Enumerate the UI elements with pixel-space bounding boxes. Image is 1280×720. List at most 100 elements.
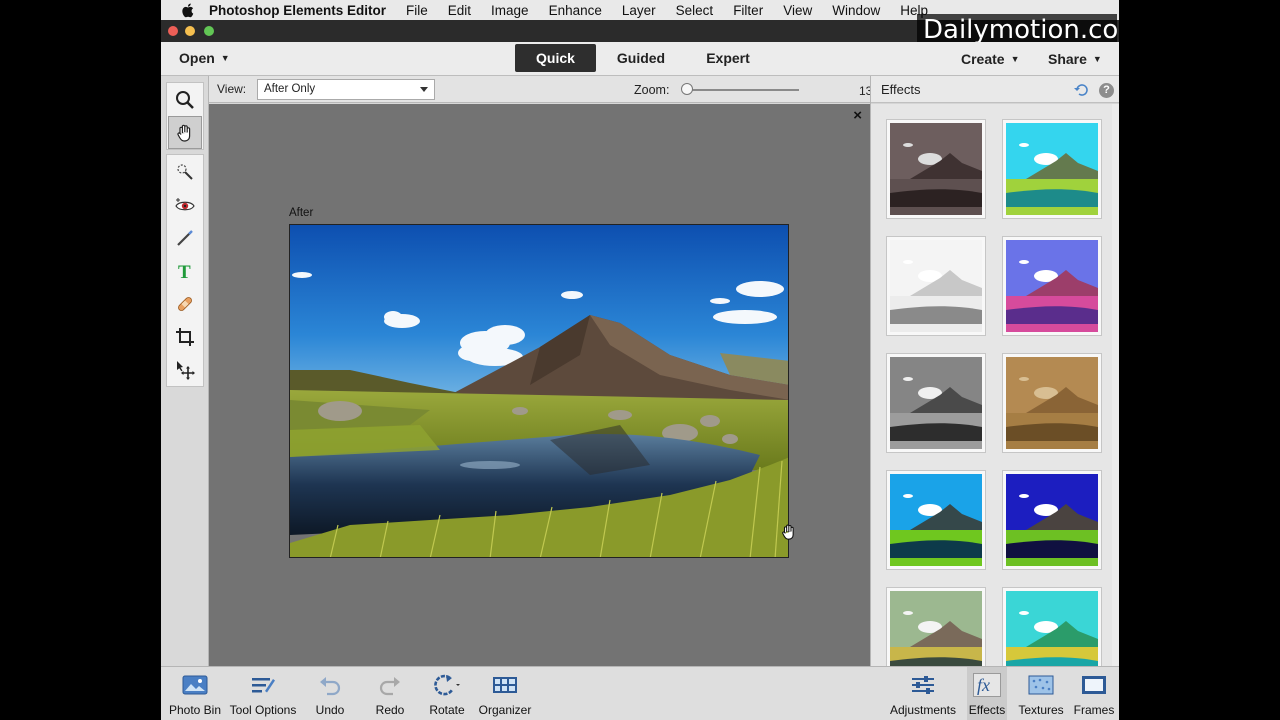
organizer-button[interactable]: Organizer [475,667,535,720]
tool-options-label: Tool Options [229,703,297,717]
effect-thumbnail[interactable] [1002,470,1102,570]
tab-guided[interactable]: Guided [607,44,675,72]
effect-thumbnail[interactable] [1002,353,1102,453]
after-label: After [289,207,314,219]
image-canvas[interactable]: × After [209,104,870,666]
effect-preview-image [1006,240,1098,332]
effect-preview-image [1006,474,1098,566]
effect-thumbnail[interactable] [1002,119,1102,219]
spot-healing-tool[interactable] [167,287,203,320]
whiten-teeth-tool[interactable] [167,221,203,254]
app-name-menu[interactable]: Photoshop Elements Editor [209,3,386,18]
open-label: Open [179,50,215,66]
effect-preview-image [1006,123,1098,215]
effects-panel-title: Effects [881,82,921,97]
zoom-slider[interactable] [687,89,799,91]
effect-thumbnail[interactable] [886,119,986,219]
effect-preview-image [890,123,982,215]
effect-thumbnail[interactable] [886,353,986,453]
share-label: Share [1048,51,1087,67]
reset-panel-icon[interactable] [1074,82,1090,99]
create-button[interactable]: Create ▼ [961,51,1020,67]
rotate-icon [434,674,460,696]
menu-select[interactable]: Select [676,3,714,18]
chevron-down-icon: ▼ [220,53,230,63]
effect-thumbnail[interactable] [886,236,986,336]
svg-text:T: T [178,262,191,281]
menu-filter[interactable]: Filter [733,3,763,18]
zoom-label: Zoom: [634,83,670,97]
effects-button[interactable]: fx Effects [967,667,1007,720]
adjustments-button[interactable]: Adjustments [887,667,959,720]
red-eye-tool[interactable] [167,188,203,221]
hand-icon [177,124,191,142]
apple-icon[interactable] [179,2,195,18]
photoshop-elements-window: Photoshop Elements Editor File Edit Imag… [161,0,1119,720]
hand-tool[interactable] [168,116,202,149]
redo-button[interactable]: Redo [367,667,413,720]
tool-options-button[interactable]: Tool Options [227,667,299,720]
undo-button[interactable]: Undo [307,667,353,720]
dropdown-arrow-icon [420,87,428,92]
tool-options-icon [252,678,275,693]
menu-window[interactable]: Window [832,3,880,18]
magnifier-icon [176,90,194,109]
crop-icon [176,327,194,346]
zoom-slider-thumb[interactable] [681,83,693,95]
create-label: Create [961,51,1005,67]
menu-enhance[interactable]: Enhance [549,3,602,18]
view-mode-select[interactable]: After Only [257,79,435,100]
effect-thumbnail[interactable] [1002,587,1102,666]
quick-selection-icon [177,163,193,180]
brush-icon [177,229,193,246]
effect-thumbnail[interactable] [886,587,986,666]
redo-label: Redo [375,703,405,717]
minimize-window-button[interactable] [185,26,195,36]
help-icon[interactable]: ? [1099,83,1114,98]
effect-thumbnail[interactable] [886,470,986,570]
menu-edit[interactable]: Edit [448,3,471,18]
redo-icon [379,677,400,696]
move-tool[interactable] [167,353,203,386]
bandage-icon [178,296,192,311]
frames-button[interactable]: Frames [1071,667,1117,720]
photo-bin-button[interactable]: Photo Bin [165,667,225,720]
type-icon: T [178,262,191,281]
menu-file[interactable]: File [406,3,428,18]
frames-icon [1082,676,1106,694]
tab-expert[interactable]: Expert [695,44,761,72]
view-label: View: [217,82,247,96]
textures-button[interactable]: Textures [1013,667,1069,720]
share-button[interactable]: Share ▼ [1048,51,1102,67]
textures-label: Textures [1018,703,1064,717]
effect-preview-image [1006,357,1098,449]
zoom-window-button[interactable] [204,26,214,36]
close-window-button[interactable] [168,26,178,36]
organizer-label: Organizer [478,703,532,717]
adjustments-icon [912,676,934,694]
chevron-down-icon: ▼ [1010,54,1020,64]
menu-layer[interactable]: Layer [622,3,656,18]
type-tool[interactable]: T [167,254,203,287]
menu-image[interactable]: Image [491,3,529,18]
zoom-tool[interactable] [167,83,203,116]
eye-icon [175,197,195,210]
view-options-bar: View: After Only Zoom: 13% [209,76,883,103]
effect-thumbnail[interactable] [1002,236,1102,336]
close-document-icon[interactable]: × [853,107,862,124]
textures-icon [1028,675,1054,695]
organizer-icon [493,677,517,693]
crop-tool[interactable] [167,320,203,353]
effect-preview-image [1006,591,1098,666]
quick-selection-tool[interactable] [167,155,203,188]
effects-scrollbar[interactable] [1112,104,1119,666]
rotate-button[interactable]: Rotate [423,667,471,720]
menu-view[interactable]: View [783,3,812,18]
undo-icon [320,677,341,696]
move-icon [177,360,195,380]
tab-quick[interactable]: Quick [515,44,596,72]
hand-cursor-icon [780,522,798,547]
svg-text:fx: fx [977,675,990,695]
open-button[interactable]: Open ▼ [179,50,230,66]
view-mode-value: After Only [264,83,316,95]
